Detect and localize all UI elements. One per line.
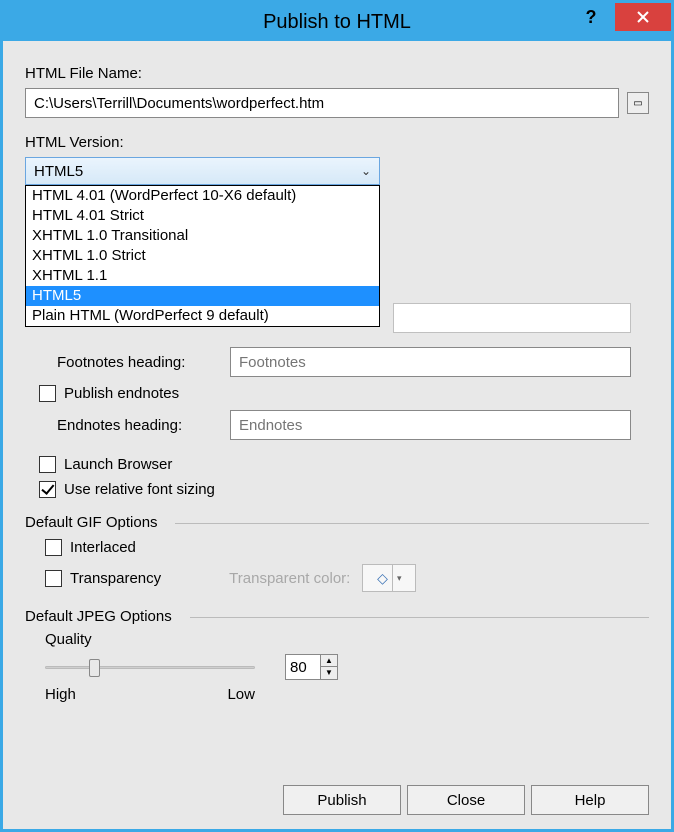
launch-browser-checkbox[interactable] bbox=[39, 456, 56, 473]
close-button[interactable]: Close bbox=[407, 785, 525, 815]
folder-icon: ▭ bbox=[633, 98, 642, 109]
version-option[interactable]: HTML 4.01 Strict bbox=[26, 206, 379, 226]
transparent-color-button[interactable]: ◇ ▾ bbox=[362, 564, 416, 592]
transparency-checkbox[interactable] bbox=[45, 570, 62, 587]
footnotes-heading-label: Footnotes heading: bbox=[25, 354, 230, 371]
help-icon[interactable]: ? bbox=[567, 3, 615, 31]
version-dropdown-list[interactable]: HTML 4.01 (WordPerfect 10-X6 default)HTM… bbox=[25, 185, 380, 327]
dialog-content: HTML File Name: ▭ HTML Version: HTML5 ⌄ … bbox=[3, 41, 671, 829]
publish-button[interactable]: Publish bbox=[283, 785, 401, 815]
footnotes-heading-input[interactable] bbox=[230, 347, 631, 377]
version-option[interactable]: HTML 4.01 (WordPerfect 10-X6 default) bbox=[26, 186, 379, 206]
gif-options-group: Default GIF Options bbox=[25, 514, 649, 531]
relative-font-label: Use relative font sizing bbox=[64, 481, 215, 498]
spinner-up-button[interactable]: ▲ bbox=[321, 655, 337, 667]
slider-track bbox=[45, 666, 255, 669]
slider-thumb[interactable] bbox=[89, 659, 100, 677]
dialog-footer: Publish Close Help bbox=[3, 785, 649, 815]
slider-low-label: Low bbox=[227, 686, 255, 703]
interlaced-label: Interlaced bbox=[70, 539, 136, 556]
version-selected-text: HTML5 bbox=[34, 163, 83, 180]
interlaced-checkbox[interactable] bbox=[45, 539, 62, 556]
version-label: HTML Version: bbox=[25, 134, 649, 151]
help-button[interactable]: Help bbox=[531, 785, 649, 815]
launch-browser-label: Launch Browser bbox=[64, 456, 172, 473]
version-option[interactable]: XHTML 1.0 Strict bbox=[26, 246, 379, 266]
quality-label: Quality bbox=[45, 631, 649, 648]
version-option[interactable]: Plain HTML (WordPerfect 9 default) bbox=[26, 306, 379, 326]
quality-value-input[interactable] bbox=[286, 655, 320, 679]
spinner-down-button[interactable]: ▼ bbox=[321, 667, 337, 679]
titlebar: Publish to HTML ? bbox=[3, 3, 671, 41]
quality-spinner[interactable]: ▲ ▼ bbox=[285, 654, 338, 680]
transparency-label: Transparency bbox=[70, 570, 161, 587]
relative-font-checkbox[interactable] bbox=[39, 481, 56, 498]
version-dropdown[interactable]: HTML5 ⌄ HTML 4.01 (WordPerfect 10-X6 def… bbox=[25, 157, 380, 185]
version-option[interactable]: XHTML 1.1 bbox=[26, 266, 379, 286]
version-dropdown-display[interactable]: HTML5 ⌄ bbox=[25, 157, 380, 185]
quality-slider[interactable] bbox=[45, 654, 255, 680]
slider-high-label: High bbox=[45, 686, 76, 703]
title-field[interactable] bbox=[393, 303, 631, 333]
version-option[interactable]: HTML5 bbox=[26, 286, 379, 306]
filename-input[interactable] bbox=[25, 88, 619, 118]
browse-button[interactable]: ▭ bbox=[627, 92, 649, 114]
endnotes-heading-input[interactable] bbox=[230, 410, 631, 440]
publish-endnotes-label: Publish endnotes bbox=[64, 385, 179, 402]
publish-endnotes-checkbox[interactable] bbox=[39, 385, 56, 402]
endnotes-heading-label: Endnotes heading: bbox=[25, 417, 230, 434]
jpeg-options-group: Default JPEG Options bbox=[25, 608, 649, 625]
chevron-down-icon: ⌄ bbox=[361, 164, 371, 178]
filename-label: HTML File Name: bbox=[25, 65, 649, 82]
fill-bucket-icon: ◇ bbox=[377, 570, 388, 587]
dropdown-arrow-icon: ▾ bbox=[392, 565, 402, 591]
titlebar-buttons: ? bbox=[567, 3, 671, 41]
close-icon[interactable] bbox=[615, 3, 671, 31]
version-option[interactable]: XHTML 1.0 Transitional bbox=[26, 226, 379, 246]
transparent-color-label: Transparent color: bbox=[229, 570, 350, 587]
dialog-window: Publish to HTML ? HTML File Name: ▭ HTML… bbox=[0, 0, 674, 832]
